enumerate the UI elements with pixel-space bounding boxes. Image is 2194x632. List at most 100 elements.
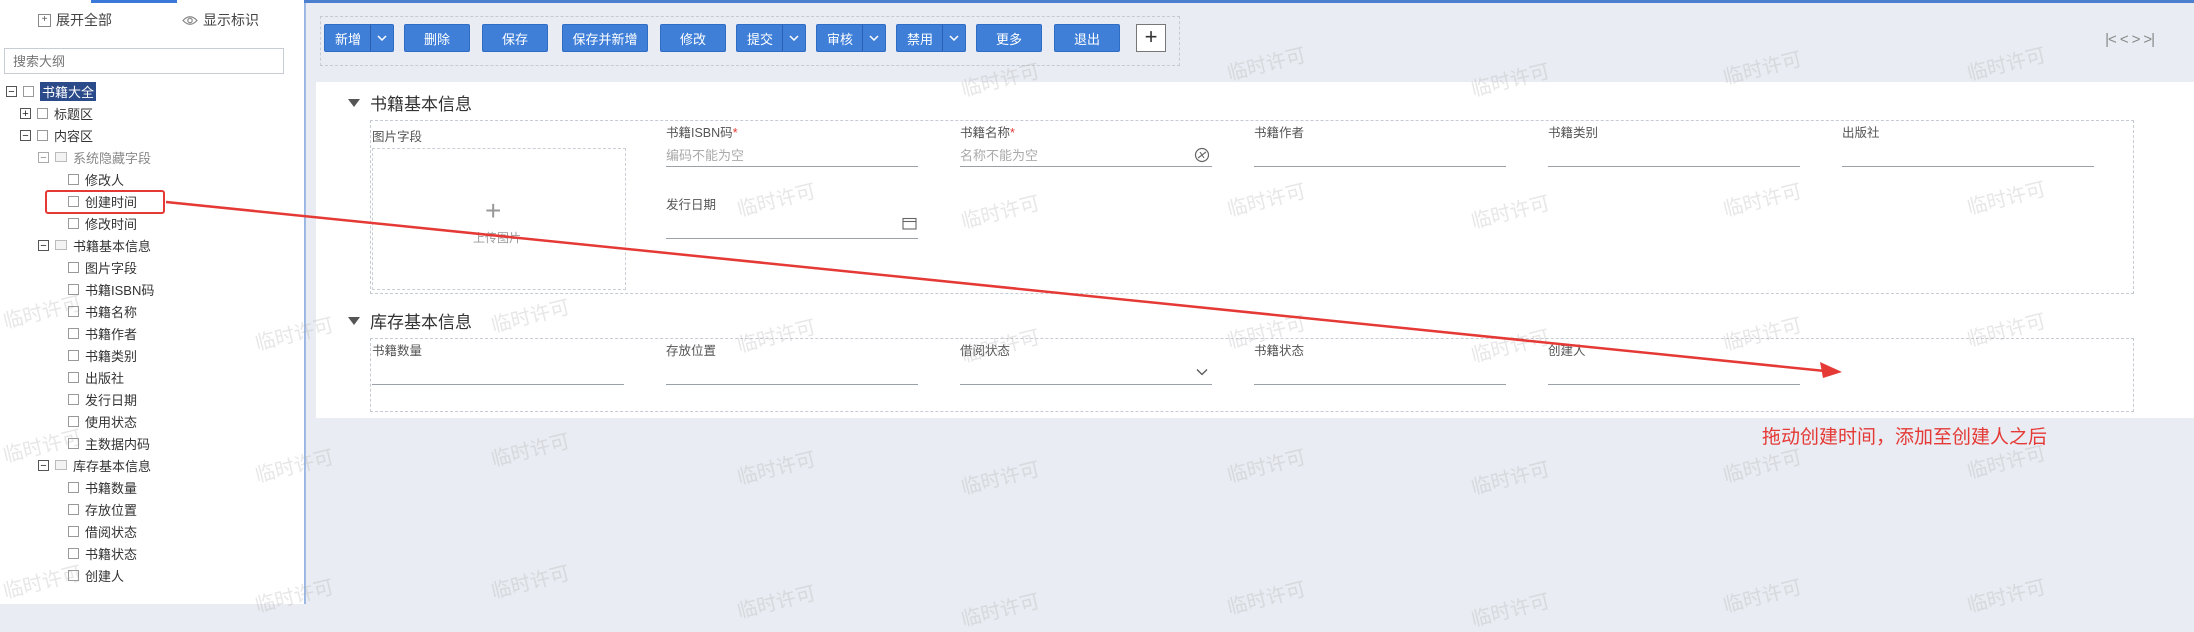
tree-node-release-date[interactable]: 发行日期 (68, 389, 137, 409)
section-header-stock[interactable]: 库存基本信息 (348, 308, 472, 333)
collapse-icon[interactable]: − (6, 85, 17, 97)
creator-input[interactable] (1548, 384, 1800, 385)
tree-node-quantity[interactable]: 书籍数量 (68, 477, 137, 497)
outline-search-input[interactable] (4, 48, 284, 74)
tree-node-label: 借阅状态 (85, 524, 138, 540)
tree-node-title-area[interactable]: + 标题区 (20, 103, 93, 123)
publisher-input[interactable] (1842, 166, 2094, 167)
chevron-down-icon[interactable] (862, 25, 885, 51)
tree-node-modifier[interactable]: 修改人 (68, 169, 124, 189)
checkbox[interactable] (68, 305, 79, 317)
quantity-input[interactable] (372, 384, 624, 385)
tree-node-category[interactable]: 书籍类别 (68, 345, 137, 365)
checkbox[interactable] (68, 349, 79, 361)
collapse-icon[interactable]: − (38, 239, 49, 251)
previous-record-icon[interactable]: < (2120, 31, 2129, 48)
save-button[interactable]: 保存 (482, 24, 548, 52)
more-button[interactable]: 更多 (976, 24, 1042, 52)
button-label: 更多 (995, 31, 1022, 47)
chevron-down-icon[interactable] (782, 25, 805, 51)
tree-node-author[interactable]: 书籍作者 (68, 323, 137, 343)
tree-node-book-name[interactable]: 书籍名称 (68, 301, 137, 321)
show-marks-button[interactable]: 显示标识 (182, 10, 259, 30)
checkbox[interactable] (68, 173, 79, 185)
next-record-icon[interactable]: > (2132, 31, 2141, 48)
category-input[interactable] (1548, 166, 1800, 167)
borrow-status-select[interactable] (960, 384, 1212, 385)
author-input[interactable] (1254, 166, 1506, 167)
location-label: 存放位置 (666, 344, 717, 358)
quantity-label: 书籍数量 (372, 344, 423, 358)
collapse-triangle-icon[interactable] (348, 316, 360, 325)
release-date-label: 发行日期 (666, 198, 717, 212)
location-input[interactable] (666, 384, 918, 385)
edit-button[interactable]: 修改 (660, 24, 726, 52)
collapse-icon[interactable]: − (38, 151, 49, 163)
tree-node-publisher[interactable]: 出版社 (68, 367, 124, 387)
show-marks-label: 显示标识 (203, 12, 259, 28)
calendar-icon[interactable] (902, 217, 917, 230)
expand-icon[interactable]: + (20, 107, 31, 119)
checkbox[interactable] (37, 107, 48, 119)
last-record-icon[interactable]: >| (2143, 31, 2155, 48)
tree-node-label: 图片字段 (85, 260, 138, 276)
tree-node-modify-time[interactable]: 修改时间 (68, 213, 137, 233)
section-header-basic[interactable]: 书籍基本信息 (348, 90, 472, 115)
tree-node-book-status[interactable]: 书籍状态 (68, 543, 137, 563)
checkbox[interactable] (23, 85, 34, 97)
multilang-icon[interactable] (1194, 147, 1210, 163)
submit-button[interactable]: 提交 (736, 24, 806, 52)
checkbox[interactable] (68, 283, 79, 295)
tree-node-creator[interactable]: 创建人 (68, 565, 124, 585)
checkbox[interactable] (68, 371, 79, 383)
checkbox[interactable] (68, 525, 79, 537)
tree-node-location[interactable]: 存放位置 (68, 499, 137, 519)
checkbox[interactable] (68, 261, 79, 273)
add-button[interactable]: + (1136, 24, 1166, 52)
image-upload-box[interactable]: + 上传图片 (372, 148, 626, 290)
checkbox[interactable] (68, 217, 79, 229)
collapse-triangle-icon[interactable] (348, 98, 360, 107)
isbn-input[interactable]: 编码不能为空 (666, 145, 744, 164)
chevron-down-icon[interactable] (942, 25, 965, 51)
checkbox[interactable] (68, 415, 79, 427)
tree-node-stock-basic-info[interactable]: − 库存基本信息 (38, 455, 151, 475)
checkbox[interactable] (68, 437, 79, 449)
new-button[interactable]: 新增 (324, 24, 394, 52)
tree-node-use-status[interactable]: 使用状态 (68, 411, 137, 431)
tree-node-label: 内容区 (54, 128, 94, 144)
first-record-icon[interactable]: |< (2105, 31, 2117, 48)
chevron-down-icon[interactable] (1196, 368, 1208, 376)
tree-node-book-basic-info[interactable]: − 书籍基本信息 (38, 235, 151, 255)
checkbox[interactable] (68, 327, 79, 339)
book-status-input[interactable] (1254, 384, 1506, 385)
exit-button[interactable]: 退出 (1054, 24, 1120, 52)
checkbox[interactable] (68, 393, 79, 405)
checkbox[interactable] (68, 503, 79, 515)
tree-node-system-hidden-fields[interactable]: − 系统隐藏字段 (38, 147, 151, 167)
annotation-instruction: 拖动创建时间，添加至创建人之后 (1762, 427, 2048, 448)
tree-node-root[interactable]: − 书籍大全 (6, 81, 97, 101)
checkbox[interactable] (68, 569, 79, 581)
tree-node-isbn[interactable]: 书籍ISBN码 (68, 279, 154, 299)
save-and-new-button[interactable]: 保存并新增 (562, 24, 648, 52)
audit-button[interactable]: 审核 (816, 24, 886, 52)
tree-node-borrow-status[interactable]: 借阅状态 (68, 521, 137, 541)
expand-all-button[interactable]: + 展开全部 (38, 10, 112, 30)
disable-button[interactable]: 禁用 (896, 24, 966, 52)
collapse-icon[interactable]: − (20, 129, 31, 141)
tree-node-content-area[interactable]: − 内容区 (20, 125, 93, 145)
checkbox[interactable] (37, 129, 48, 141)
tree-node-image-field[interactable]: 图片字段 (68, 257, 137, 277)
delete-button[interactable]: 删除 (404, 24, 470, 52)
chevron-down-icon[interactable] (370, 25, 393, 51)
tree-node-label: 修改人 (85, 172, 125, 188)
checkbox[interactable] (68, 547, 79, 559)
collapse-icon[interactable]: − (38, 459, 49, 471)
button-label: 修改 (679, 31, 706, 47)
release-date-input[interactable] (666, 238, 918, 239)
creator-label: 创建人 (1548, 344, 1586, 358)
tree-node-master-data-id[interactable]: 主数据内码 (68, 433, 150, 453)
checkbox[interactable] (68, 481, 79, 493)
book-name-input[interactable]: 名称不能为空 (960, 145, 1038, 164)
